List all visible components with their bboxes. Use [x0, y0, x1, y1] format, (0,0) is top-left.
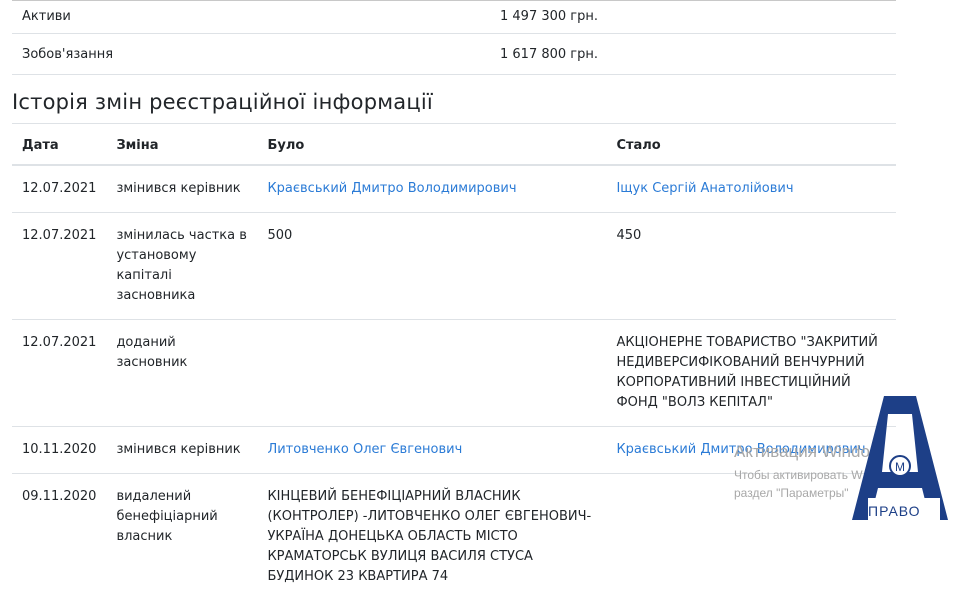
cell-was: КІНЦЕВИЙ БЕНЕФІЦІАРНИЙ ВЛАСНИК (КОНТРОЛЕ…: [257, 474, 606, 600]
finance-value: 1 497 300 грн.: [500, 0, 896, 34]
cell-date: 10.11.2020: [12, 427, 106, 474]
header-became: Стало: [606, 124, 896, 166]
cell-date: 12.07.2021: [12, 165, 106, 213]
cell-date: 12.07.2021: [12, 213, 106, 320]
logo-text: ПРАВО: [868, 503, 921, 519]
logo-mark: М: [895, 460, 905, 474]
cell-change: змінився керівник: [106, 427, 257, 474]
person-link-became[interactable]: Краєвський Дмитро Володимирович: [616, 442, 865, 457]
table-row: 12.07.2021 змінився керівник Краєвський …: [12, 165, 896, 213]
cell-date: 12.07.2021: [12, 320, 106, 427]
finance-label: Зобов'язання: [12, 34, 500, 75]
cell-date: 09.11.2020: [12, 474, 106, 600]
table-row: 12.07.2021 доданий засновник АКЦІОНЕРНЕ …: [12, 320, 896, 427]
history-title: Історія змін реєстраційної інформації: [12, 90, 433, 114]
person-link-was[interactable]: Литовченко Олег Євгенович: [267, 442, 462, 457]
history-header-row: Дата Зміна Було Стало: [12, 124, 896, 166]
cell-change: змінилась частка в установому капіталі з…: [106, 213, 257, 320]
person-link-became[interactable]: Іщук Сергій Анатолійович: [616, 181, 793, 196]
history-table: Дата Зміна Було Стало 12.07.2021 змінивс…: [12, 123, 896, 600]
cell-became: 450: [606, 213, 896, 320]
finance-row-liabilities: Зобов'язання 1 617 800 грн.: [12, 34, 896, 75]
cell-change: доданий засновник: [106, 320, 257, 427]
table-row: 10.11.2020 змінився керівник Литовченко …: [12, 427, 896, 474]
finance-value: 1 617 800 грн.: [500, 34, 896, 75]
header-change: Зміна: [106, 124, 257, 166]
cell-change: видалений бенефіціарний власник: [106, 474, 257, 600]
cell-was: 500: [257, 213, 606, 320]
finance-row-assets: Активи 1 497 300 грн.: [12, 0, 896, 34]
header-date: Дата: [12, 124, 106, 166]
header-was: Було: [257, 124, 606, 166]
cell-was: [257, 320, 606, 427]
person-link-was[interactable]: Краєвський Дмитро Володимирович: [267, 181, 516, 196]
table-row: 09.11.2020 видалений бенефіціарний власн…: [12, 474, 896, 600]
cell-change: змінився керівник: [106, 165, 257, 213]
finance-table: Активи 1 497 300 грн. Зобов'язання 1 617…: [12, 0, 896, 75]
finance-label: Активи: [12, 0, 500, 34]
table-row: 12.07.2021 змінилась частка в установому…: [12, 213, 896, 320]
